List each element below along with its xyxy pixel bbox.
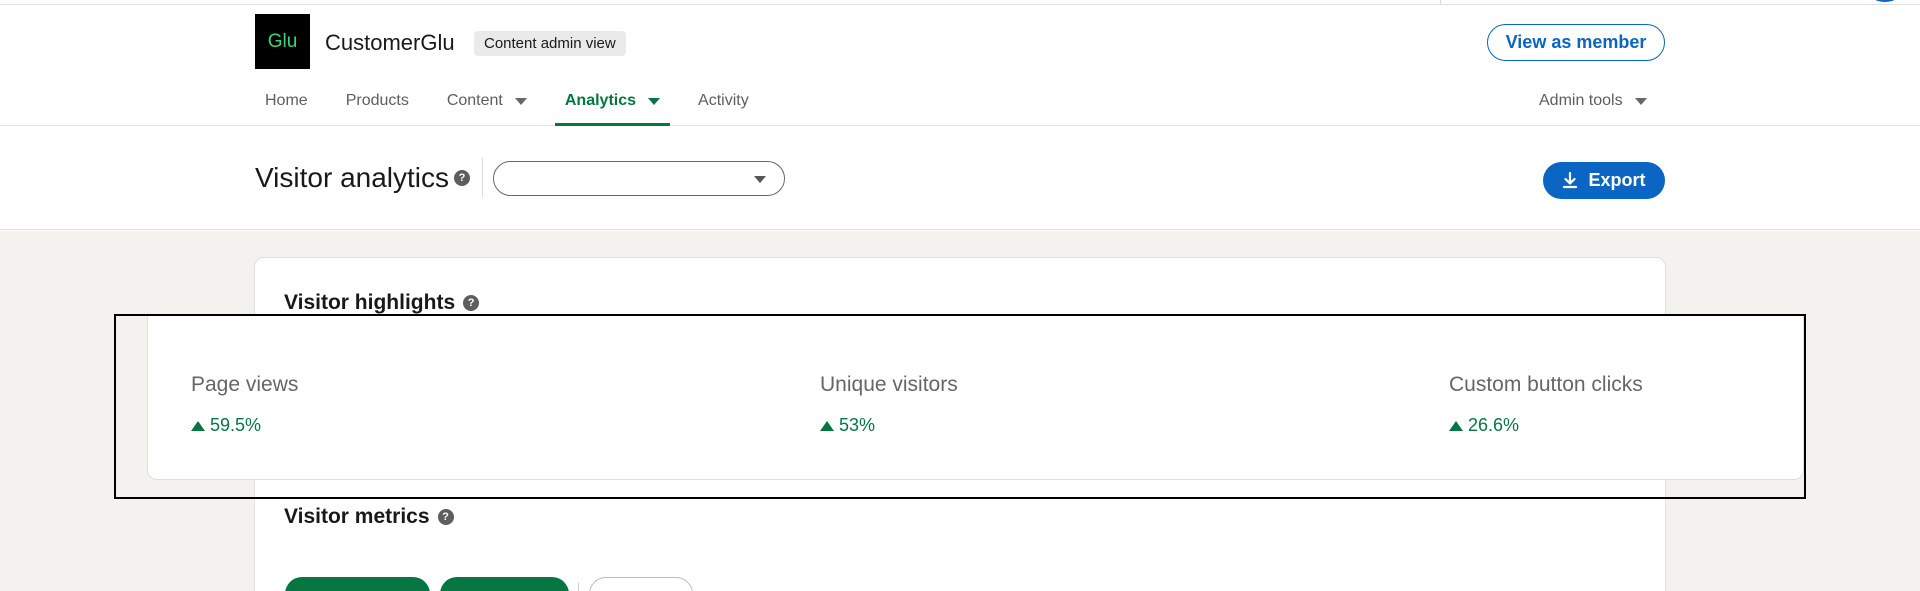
title-divider — [482, 157, 483, 197]
metric-label: Custom button clicks — [1449, 373, 1643, 396]
admin-tools-menu[interactable]: Admin tools — [1539, 92, 1647, 110]
question-circle-icon[interactable]: ? — [454, 170, 470, 186]
metric-change-value: 26.6% — [1468, 415, 1520, 435]
metric-change: 53% — [820, 415, 958, 436]
metric-change: 59.5% — [191, 415, 298, 436]
metric-unique-visitors: Unique visitors 53% — [820, 373, 958, 436]
org-logo: Glu — [255, 14, 310, 69]
caret-down-icon — [648, 98, 661, 105]
metric-change-value: 53% — [839, 415, 876, 435]
admin-view-badge: Content admin view — [474, 31, 626, 56]
question-circle-icon[interactable]: ? — [437, 509, 454, 526]
nav-item-label: Content — [446, 92, 503, 109]
main-nav: Home Products Content Analytics Activity — [255, 80, 777, 126]
filter-divider — [578, 583, 579, 591]
metric-filter-pill[interactable] — [440, 577, 569, 591]
nav-item-products[interactable]: Products — [336, 80, 419, 126]
export-label: Export — [1588, 170, 1646, 190]
visitor-metrics-title-text: Visitor metrics — [284, 505, 430, 528]
metric-label: Page views — [191, 373, 299, 396]
triangle-up-icon — [191, 420, 205, 431]
metric-change: 26.6% — [1449, 415, 1643, 436]
nav-item-home[interactable]: Home — [255, 80, 318, 126]
filter-pill-outline[interactable] — [589, 577, 693, 591]
visitor-highlights-title: Visitor highlights? — [284, 291, 480, 315]
download-icon — [1563, 172, 1578, 189]
title-bar: Visitor analytics ? Export — [0, 127, 1920, 230]
question-circle-icon[interactable]: ? — [463, 295, 480, 312]
admin-tools-label: Admin tools — [1539, 92, 1623, 109]
caret-down-icon — [514, 98, 527, 105]
caret-down-icon — [754, 176, 766, 183]
triangle-up-icon — [1449, 420, 1463, 431]
view-as-member-button[interactable]: View as member — [1487, 24, 1665, 61]
caret-down-icon — [1634, 97, 1647, 105]
nav-item-label: Activity — [698, 92, 749, 109]
nav-item-label: Products — [345, 92, 409, 109]
triangle-up-icon — [820, 420, 834, 431]
metric-label: Unique visitors — [820, 373, 958, 396]
nav-item-activity[interactable]: Activity — [688, 80, 759, 126]
visitor-metrics-title: Visitor metrics? — [284, 505, 454, 529]
metric-change-value: 59.5% — [210, 415, 262, 435]
nav-item-label: Home — [265, 92, 308, 109]
visitor-highlights-title-text: Visitor highlights — [284, 291, 456, 314]
export-button[interactable]: Export — [1543, 162, 1665, 199]
nav-item-label: Analytics — [564, 92, 637, 109]
metric-custom-button-clicks: Custom button clicks 26.6% — [1449, 373, 1643, 436]
page-title: Visitor analytics — [255, 162, 450, 193]
page-select-dropdown[interactable] — [493, 161, 785, 196]
nav-item-content[interactable]: Content — [437, 80, 537, 126]
metric-filter-pill[interactable] — [285, 577, 430, 591]
nav-item-analytics[interactable]: Analytics — [554, 80, 671, 126]
org-name: CustomerGlu — [325, 30, 455, 55]
metric-page-views: Page views 59.5% — [191, 373, 298, 436]
